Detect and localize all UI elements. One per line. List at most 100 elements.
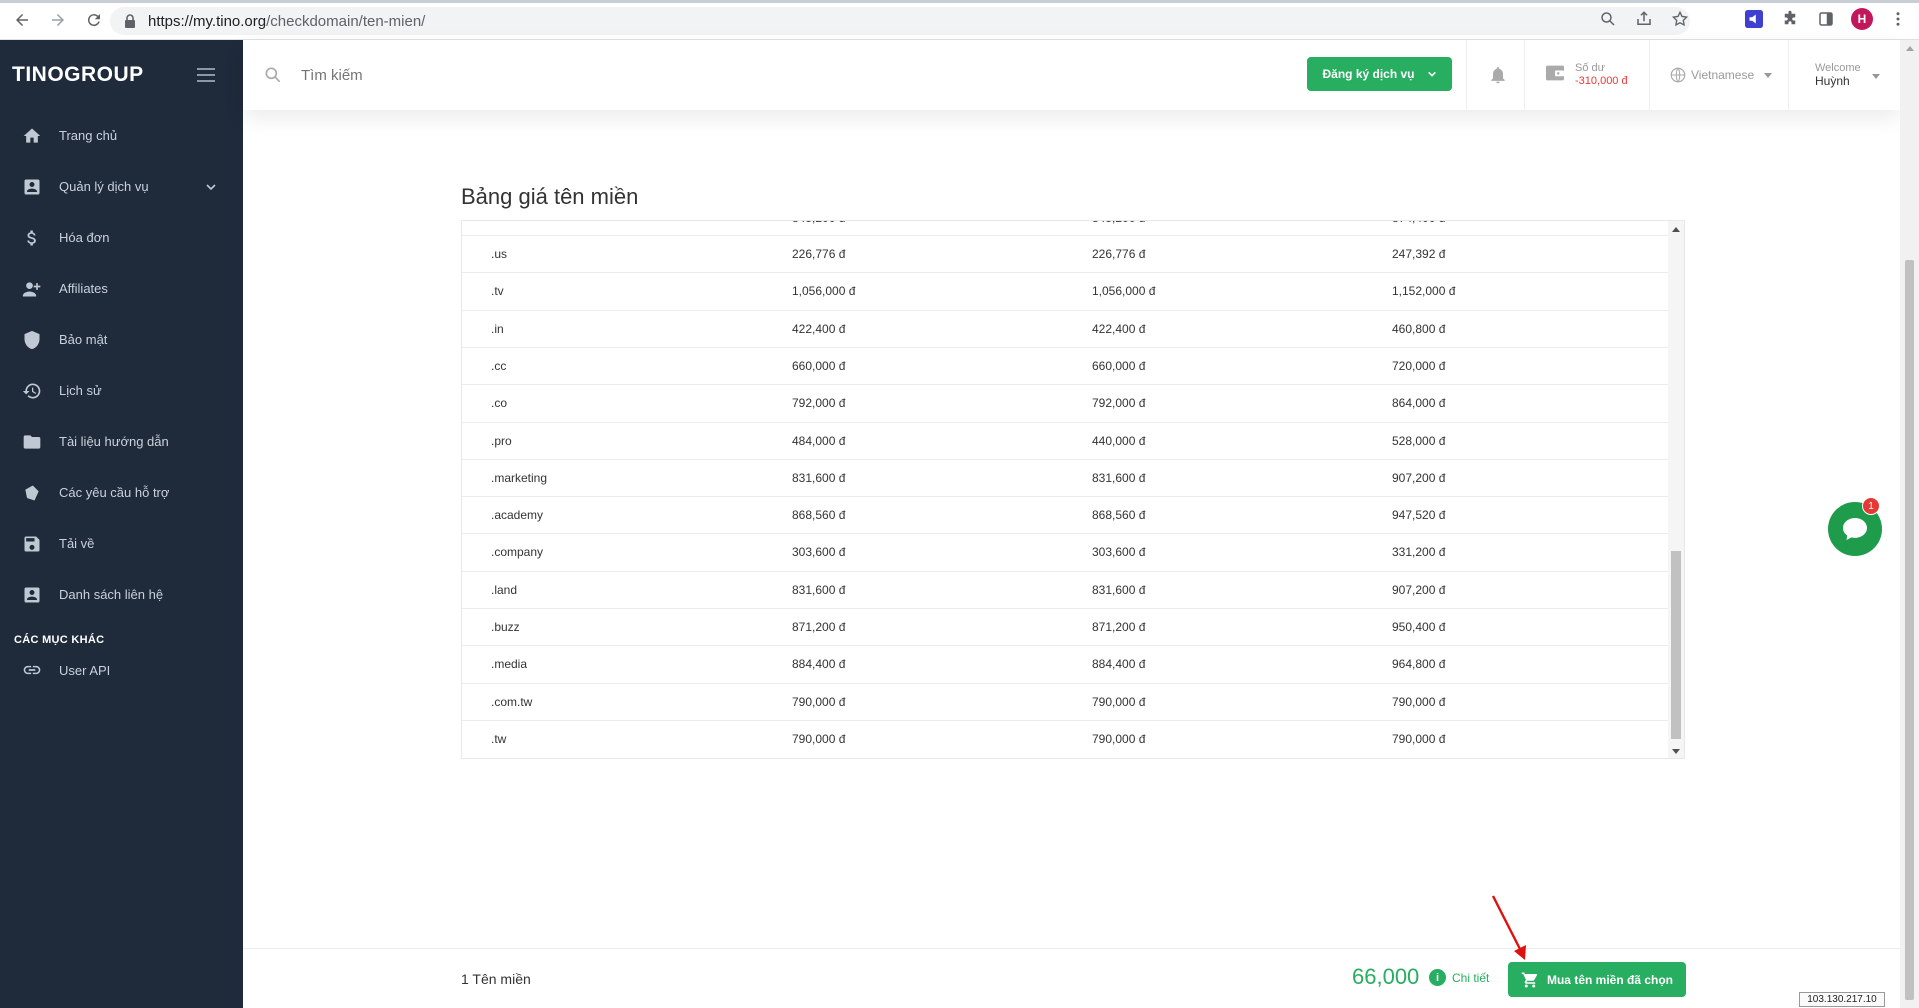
sidebar-item-contacts[interactable]: Danh sách liên hệ <box>0 569 243 620</box>
sidebar-item-invoices[interactable]: Hóa đơn <box>0 212 243 263</box>
selected-domain-count: 1 Tên miền <box>461 971 531 987</box>
sidebar-item-docs[interactable]: Tài liệu hướng dẫn <box>0 416 243 467</box>
sidebar-item-services[interactable]: Quản lý dịch vụ <box>0 161 243 212</box>
star-icon[interactable] <box>1671 10 1689 28</box>
domain-extension: .company <box>491 545 544 560</box>
table-scrollbar[interactable] <box>1668 221 1684 758</box>
price-cell: 1,152,000 đ <box>1392 284 1456 299</box>
browser-menu-icon[interactable] <box>1887 8 1909 30</box>
price-cell: 484,000 đ <box>792 433 846 448</box>
sidebar-item-affiliates[interactable]: Affiliates <box>0 263 243 314</box>
dollar-icon <box>22 228 42 248</box>
sidebar-item-label: Lịch sử <box>59 383 102 398</box>
register-service-button[interactable]: Đăng ký dịch vụ <box>1307 57 1452 91</box>
reload-button[interactable] <box>76 2 112 38</box>
price-cell: 874,400 đ <box>1392 221 1445 225</box>
balance-value: -310,000 đ <box>1575 75 1628 87</box>
forward-button[interactable] <box>40 2 76 38</box>
search-bar <box>243 65 1303 85</box>
shield-icon <box>22 330 42 350</box>
price-cell: 1,056,000 đ <box>1092 284 1156 299</box>
price-cell: 1,056,000 đ <box>792 284 856 299</box>
table-row: .in 422,400 đ 422,400 đ 460,800 đ <box>462 309 1669 347</box>
sidebar-item-downloads[interactable]: Tải về <box>0 518 243 569</box>
back-button[interactable] <box>4 2 40 38</box>
price-cell: 226,776 đ <box>1092 247 1146 261</box>
price-cell: 868,560 đ <box>1092 508 1146 523</box>
address-bar[interactable]: https://my.tino.org/checkdomain/ten-mien… <box>110 7 1690 35</box>
search-input[interactable] <box>301 66 701 84</box>
domain-extension: .tv <box>491 284 504 299</box>
extensions-puzzle-icon[interactable] <box>1779 8 1801 30</box>
sidebar-section-title: CÁC MỤC KHÁC <box>14 634 105 646</box>
register-service-label: Đăng ký dịch vụ <box>1322 67 1415 81</box>
price-table: 845,200 đ 845,200 đ 874,400 đ .us 226,776 đ 2… <box>461 220 1685 759</box>
sidebar-item-support[interactable]: Các yêu cầu hỗ trợ <box>0 467 243 518</box>
search-icon <box>265 67 281 83</box>
price-cell: 831,600 đ <box>792 582 846 597</box>
user-plus-icon <box>22 279 42 299</box>
price-cell: 907,200 đ <box>1392 582 1446 597</box>
balance-display[interactable]: Số dư -310,000 đ <box>1575 62 1628 88</box>
zoom-icon[interactable] <box>1599 10 1617 28</box>
scroll-up-icon[interactable] <box>1672 227 1680 232</box>
chevron-down-icon <box>1427 71 1436 77</box>
sidebar-item-home[interactable]: Trang chủ <box>0 110 243 161</box>
page-scrollbar[interactable] <box>1900 40 1919 1008</box>
buy-selected-domains-button[interactable]: Mua tên miền đã chọn <box>1508 962 1686 997</box>
tino-logo[interactable]: TINOGROUP <box>12 63 144 87</box>
table-row: .marketing 831,600 đ 831,600 đ 907,200 đ <box>462 458 1669 496</box>
table-row: .com.tw 790,000 đ 790,000 đ 790,000 đ <box>462 682 1669 720</box>
folder-icon <box>22 432 42 452</box>
total-price: 66,000 <box>1352 964 1420 989</box>
tab-strip-edge <box>0 0 1919 3</box>
price-cell: 440,000 đ <box>1092 433 1146 448</box>
header-divider <box>1649 40 1650 110</box>
sidebar-item-history[interactable]: Lịch sử <box>0 365 243 416</box>
table-row: .company 303,600 đ 303,600 đ 331,200 đ <box>462 533 1669 570</box>
menu-toggle-icon[interactable] <box>197 68 215 82</box>
bell-icon[interactable] <box>1488 64 1508 86</box>
scroll-down-icon[interactable] <box>1672 749 1680 754</box>
caret-down-icon <box>1764 72 1773 78</box>
table-scroll-thumb[interactable] <box>1671 551 1681 739</box>
sidebar-brand: TINOGROUP <box>0 40 243 110</box>
domain-extension: .com.tw <box>491 694 533 709</box>
user-menu[interactable]: Welcome Huỳnh <box>1815 62 1861 88</box>
price-cell: 792,000 đ <box>1092 396 1146 411</box>
price-cell: 422,400 đ <box>792 321 846 336</box>
top-header: Đăng ký dịch vụ Số dư -310,000 đ Vietnam… <box>243 40 1900 110</box>
price-cell: 422,400 đ <box>1092 321 1146 336</box>
caret-down-icon[interactable] <box>1872 74 1880 79</box>
url-path: /checkdomain/ten-mien/ <box>266 12 426 30</box>
language-selector[interactable]: Vietnamese <box>1669 66 1773 84</box>
table-row: .media 884,400 đ 884,400 đ 964,800 đ <box>462 645 1669 682</box>
page-scroll-thumb[interactable] <box>1905 260 1914 1000</box>
detail-link[interactable]: i Chi tiết <box>1429 969 1489 986</box>
table-row: .co 792,000 đ 792,000 đ 864,000 đ <box>462 384 1669 421</box>
extension-audio-icon[interactable] <box>1743 8 1765 30</box>
price-cell: 792,000 đ <box>792 396 846 411</box>
price-cell: 845,200 đ <box>1092 221 1145 225</box>
table-row: .cc 660,000 đ 660,000 đ 720,000 đ <box>462 346 1669 384</box>
sidebar-item-user-api[interactable]: User API <box>0 652 243 688</box>
profile-avatar[interactable]: H <box>1851 8 1873 30</box>
sidebar-item-security[interactable]: Bảo mật <box>0 314 243 365</box>
domain-extension: .buzz <box>491 620 520 634</box>
price-cell: 907,200 đ <box>1392 470 1446 485</box>
sidebar: TINOGROUP Trang chủ Quản lý dịch vụ Hóa … <box>0 40 243 1008</box>
share-icon[interactable] <box>1635 10 1653 28</box>
domain-extension: .in <box>491 321 504 336</box>
price-cell: 831,600 đ <box>1092 470 1146 485</box>
domain-extension: .land <box>491 582 518 597</box>
side-panel-icon[interactable] <box>1815 8 1837 30</box>
sidebar-item-label: User API <box>59 662 111 678</box>
sidebar-item-label: Danh sách liên hệ <box>59 587 164 602</box>
domain-extension: .academy <box>491 508 544 523</box>
scroll-up-icon[interactable] <box>1906 46 1914 51</box>
sidebar-item-label: Hóa đơn <box>59 230 110 245</box>
table-row: .tw 790,000 đ 790,000 đ 790,000 đ <box>462 719 1669 757</box>
domain-extension: .co <box>491 396 508 411</box>
globe-icon <box>1670 67 1686 83</box>
account-box-icon <box>22 177 42 197</box>
